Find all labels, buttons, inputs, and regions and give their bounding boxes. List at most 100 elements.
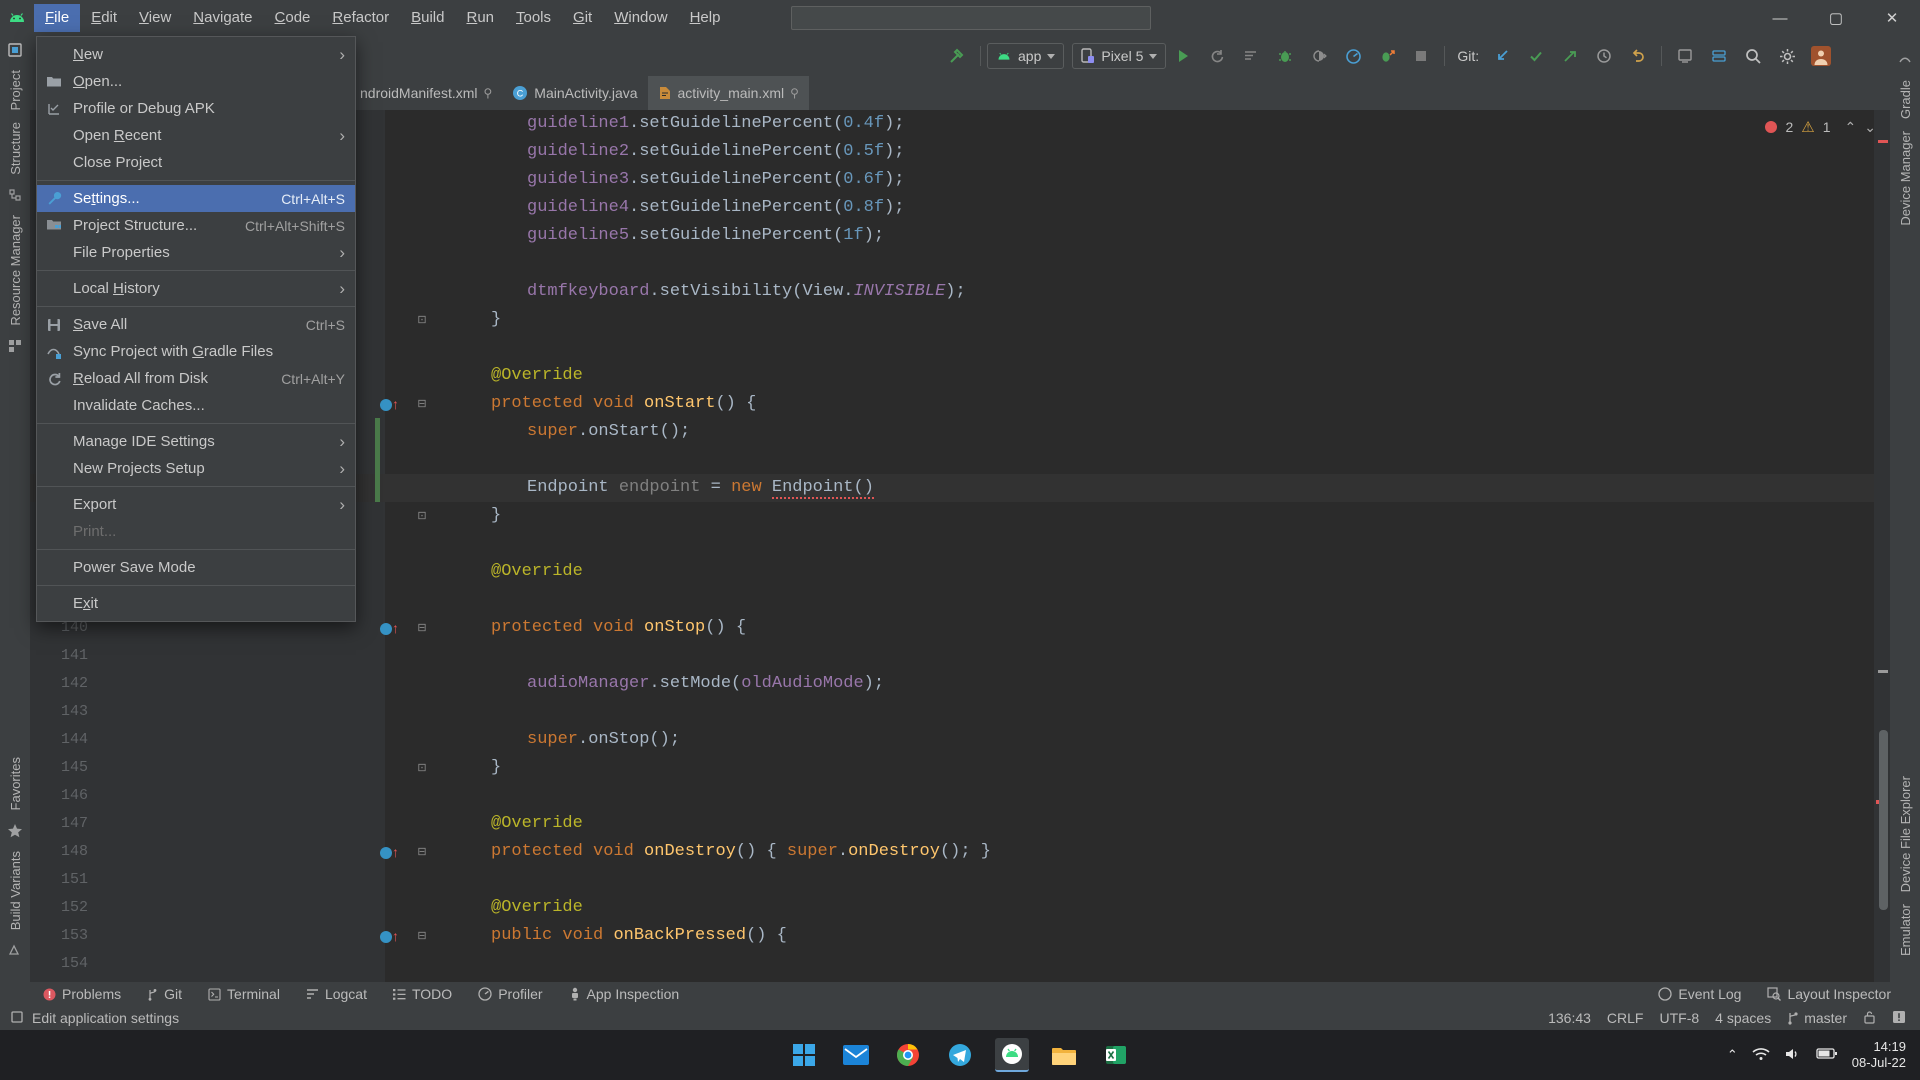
search-everywhere-icon[interactable] <box>1736 39 1770 73</box>
file-menu-item-open[interactable]: Open... <box>37 68 355 95</box>
sidebar-item-structure[interactable]: Structure <box>8 116 23 181</box>
editor-tab-1[interactable]: C MainActivity.java <box>502 76 647 110</box>
update-project-icon[interactable] <box>1485 39 1519 73</box>
menu-code[interactable]: Code <box>264 4 322 32</box>
mail-icon[interactable] <box>839 1038 873 1072</box>
editor-tab-2[interactable]: activity_main.xml ⚲ <box>647 76 809 110</box>
tool-window-profiler[interactable]: Profiler <box>465 986 555 1002</box>
inspection-info-tick[interactable] <box>1878 670 1888 673</box>
run-icon[interactable] <box>1166 39 1200 73</box>
file-menu-item-sync-project-with-gradle-files[interactable]: Sync Project with Gradle Files <box>37 338 355 365</box>
notifications-icon[interactable] <box>1892 1010 1906 1027</box>
settings-gear-icon[interactable] <box>1770 39 1804 73</box>
menu-navigate[interactable]: Navigate <box>182 4 263 32</box>
search-everywhere-field[interactable] <box>791 6 1152 30</box>
close-button[interactable]: ✕ <box>1864 0 1920 36</box>
minimize-button[interactable]: — <box>1752 0 1808 36</box>
file-menu-item-open-recent[interactable]: Open Recent › <box>37 122 355 149</box>
file-menu-item-close-project[interactable]: Close Project <box>37 149 355 176</box>
battery-icon[interactable] <box>1816 1047 1838 1063</box>
apply-changes-icon[interactable] <box>1200 39 1234 73</box>
favorites-star-icon[interactable] <box>0 817 30 845</box>
menu-help[interactable]: Help <box>679 4 732 32</box>
git-branch-widget[interactable]: master <box>1787 1010 1847 1026</box>
structure-icon[interactable] <box>0 181 30 209</box>
menu-file[interactable]: File <box>34 4 81 32</box>
start-icon[interactable] <box>787 1038 821 1072</box>
project-view-icon[interactable] <box>0 36 30 64</box>
history-icon[interactable] <box>1587 39 1621 73</box>
code-fold-handle[interactable]: ⊡ <box>415 754 429 782</box>
lock-icon[interactable] <box>1863 1010 1876 1027</box>
file-menu-item-manage-ide-settings[interactable]: Manage IDE Settings › <box>37 428 355 455</box>
file-menu-item-export[interactable]: Export › <box>37 491 355 518</box>
sidebar-item-project[interactable]: Project <box>8 64 23 116</box>
pin-icon[interactable]: ⚲ <box>790 86 799 100</box>
undo-icon[interactable] <box>1621 39 1655 73</box>
tool-window-event-log[interactable]: Event Log <box>1645 986 1754 1002</box>
sidebar-item-gradle[interactable]: Gradle <box>1898 74 1913 125</box>
code-fold-handle[interactable]: ⊟ <box>415 838 429 866</box>
file-explorer-icon[interactable] <box>1047 1038 1081 1072</box>
device-manager-icon[interactable] <box>1668 39 1702 73</box>
file-menu-item-settings[interactable]: Settings... Ctrl+Alt+S <box>37 185 355 212</box>
file-menu-item-reload-all-from-disk[interactable]: Reload All from Disk Ctrl+Alt+Y <box>37 365 355 392</box>
build-variants-icon[interactable] <box>0 936 30 964</box>
build-hammer-icon[interactable] <box>940 39 974 73</box>
menu-build[interactable]: Build <box>400 4 455 32</box>
code-fold-handle[interactable]: ⊡ <box>415 502 429 530</box>
run-configuration-chip[interactable]: app <box>987 43 1065 69</box>
code-fold-handle[interactable]: ⊟ <box>415 614 429 642</box>
tool-window-logcat[interactable]: Logcat <box>293 986 380 1002</box>
file-encoding[interactable]: UTF-8 <box>1659 1010 1699 1026</box>
device-selector-chip[interactable]: Pixel 5 <box>1072 43 1167 69</box>
sidebar-item-device-file-explorer[interactable]: Device File Explorer <box>1898 770 1913 898</box>
gradle-icon[interactable] <box>1890 46 1920 74</box>
file-menu-item-project-structure[interactable]: Project Structure... Ctrl+Alt+Shift+S <box>37 212 355 239</box>
indent-setting[interactable]: 4 spaces <box>1715 1010 1771 1026</box>
sidebar-item-resource-manager[interactable]: Resource Manager <box>8 209 23 332</box>
file-menu-item-profile-or-debug-apk[interactable]: Profile or Debug APK <box>37 95 355 122</box>
excel-icon[interactable] <box>1099 1038 1133 1072</box>
file-menu-item-local-history[interactable]: Local History › <box>37 275 355 302</box>
file-menu-item-file-properties[interactable]: File Properties › <box>37 239 355 266</box>
inspection-strip[interactable] <box>1874 110 1890 982</box>
chrome-icon[interactable] <box>891 1038 925 1072</box>
profiler-icon[interactable] <box>1336 39 1370 73</box>
file-menu-item-invalidate-caches[interactable]: Invalidate Caches... <box>37 392 355 419</box>
file-menu-item-new-projects-setup[interactable]: New Projects Setup › <box>37 455 355 482</box>
line-separator[interactable]: CRLF <box>1607 1010 1644 1026</box>
file-menu-item-power-save-mode[interactable]: Power Save Mode <box>37 554 355 581</box>
editor-scrollbar-thumb[interactable] <box>1879 730 1888 910</box>
tool-window-app-inspection[interactable]: App Inspection <box>556 986 693 1002</box>
tool-window-terminal[interactable]: Terminal <box>195 986 293 1002</box>
menu-run[interactable]: Run <box>455 4 505 32</box>
tool-window-git[interactable]: Git <box>134 986 195 1002</box>
caret-position[interactable]: 136:43 <box>1548 1010 1591 1026</box>
avatar-icon[interactable] <box>1804 39 1838 73</box>
android-studio-icon[interactable] <box>995 1038 1029 1072</box>
file-menu-item-exit[interactable]: Exit <box>37 590 355 617</box>
apply-code-changes-icon[interactable] <box>1234 39 1268 73</box>
tool-window-layout-inspector[interactable]: Layout Inspector <box>1754 986 1904 1002</box>
wifi-icon[interactable] <box>1752 1047 1770 1064</box>
sidebar-item-favorites[interactable]: Favorites <box>8 751 23 816</box>
override-method-marker-icon[interactable]: ↑ <box>380 838 399 867</box>
maximize-button[interactable]: ▢ <box>1808 0 1864 36</box>
debug-attach-icon[interactable] <box>1302 39 1336 73</box>
override-method-marker-icon[interactable]: ↑ <box>380 922 399 951</box>
tool-window-problems[interactable]: Problems <box>30 986 134 1002</box>
code-fold-handle[interactable]: ⊡ <box>415 306 429 334</box>
code-fold-handle[interactable]: ⊟ <box>415 922 429 950</box>
pin-icon[interactable]: ⚲ <box>484 86 493 100</box>
commit-icon[interactable] <box>1519 39 1553 73</box>
sidebar-item-emulator[interactable]: Emulator <box>1898 898 1913 962</box>
push-icon[interactable] <box>1553 39 1587 73</box>
sdk-manager-icon[interactable] <box>1702 39 1736 73</box>
menu-tools[interactable]: Tools <box>505 4 562 32</box>
file-menu-item-new[interactable]: New › <box>37 41 355 68</box>
file-menu-popup[interactable]: New › Open... Profile or Debug APK Open Rece… <box>36 36 356 622</box>
file-menu-item-save-all[interactable]: Save All Ctrl+S <box>37 311 355 338</box>
override-method-marker-icon[interactable]: ↑ <box>380 390 399 419</box>
menu-edit[interactable]: Edit <box>80 4 128 32</box>
